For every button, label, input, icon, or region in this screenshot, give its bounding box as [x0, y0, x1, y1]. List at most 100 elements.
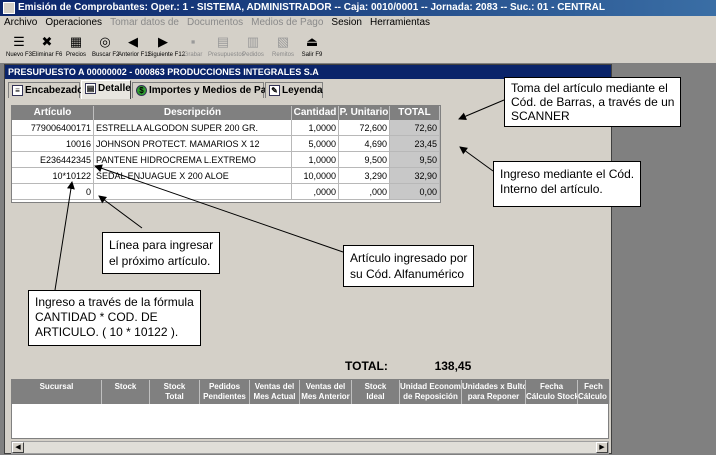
remitos-button[interactable]: ▧ Remitos [268, 32, 298, 62]
grid-cell[interactable]: ,000 [339, 184, 390, 200]
grid-cell[interactable]: 1,0000 [292, 120, 339, 136]
menu-item-sesion[interactable]: Sesion [327, 16, 366, 30]
grid-cell[interactable]: 779006400171 [12, 120, 94, 136]
tab-label: Importes y Medios de Pago [149, 85, 279, 96]
nuevo-f3-button[interactable]: ☰ Nuevo F3 [6, 32, 32, 62]
total-value: 138,45 [434, 359, 472, 373]
toolbar-button-label: Salir F9 [301, 52, 323, 58]
money-icon: $ [136, 85, 147, 96]
menu-item-herramientas[interactable]: Herramientas [366, 16, 434, 30]
tab-detalle[interactable]: ▤ Detalle [81, 80, 131, 99]
grid-cell[interactable]: 1,0000 [292, 152, 339, 168]
stock-column-header[interactable]: Ventas del Mes Actual [250, 380, 300, 404]
callout-proximo-articulo: Línea para ingresar el próximo artículo. [102, 232, 221, 274]
menu-item-tomar-datos-de[interactable]: Tomar datos de [106, 16, 183, 30]
toolbar-button-label: Buscar F2 [92, 52, 120, 58]
callout-line: su Cód. Alfanumérico [350, 267, 465, 281]
menu-item-operaciones[interactable]: Operaciones [41, 16, 106, 30]
grid-cell: 32,90 [390, 168, 440, 184]
stock-column-header[interactable]: FechCálculo V [578, 380, 610, 404]
grid-cell[interactable]: 10,0000 [292, 168, 339, 184]
window-title-bar[interactable]: Emisión de Comprobantes: Oper.: 1 - SIST… [0, 0, 716, 16]
save-disk-icon: ▪ [190, 34, 196, 49]
next-arrow-icon: ▶ [158, 34, 168, 49]
tab-importes-medios-pago[interactable]: $ Importes y Medios de Pago [132, 82, 278, 98]
grid-cell[interactable]: 5,0000 [292, 136, 339, 152]
stock-column-header[interactable]: Unidad Econom. de Reposición [400, 380, 462, 404]
scroll-left-icon[interactable]: ◀ [12, 442, 24, 453]
toolbar-button-label: Anterior F11 [118, 52, 151, 58]
prices-icon: ▦ [69, 34, 83, 49]
stock-column-header[interactable]: Stock Ideal [352, 380, 400, 404]
stock-column-header[interactable]: Pedidos Pendientes [200, 380, 250, 404]
grid-cell[interactable]: SEDAL ENJUAGUE X 200 ALOE [94, 168, 292, 184]
pedidos-button[interactable]: ▥ Pedidos [238, 32, 268, 62]
stock-column-header[interactable]: Fecha Cálculo Stock [526, 380, 578, 404]
menu-item-medios-de-pago[interactable]: Medios de Pago [247, 16, 327, 30]
header-line: Total [165, 392, 184, 401]
scroll-right-icon[interactable]: ▶ [596, 442, 608, 453]
anterior-f11-button[interactable]: ◀ Anterior F11 [118, 32, 151, 62]
callout-line: ARTICULO. ( 10 * 10122 ). [35, 325, 179, 339]
siguiente-f12-button[interactable]: ▶ Siguiente F12 [148, 32, 185, 62]
stock-column-header[interactable]: Stock [102, 380, 150, 404]
grid-cell[interactable]: ,0000 [292, 184, 339, 200]
grid-cell: 9,50 [390, 152, 440, 168]
tab-label: Leyenda [282, 85, 323, 96]
grid-cell[interactable]: 4,690 [339, 136, 390, 152]
grid-cell[interactable]: ESTRELLA ALGODON SUPER 200 GR. [94, 120, 292, 136]
presupuestos-button[interactable]: ▤ Presupuestos [208, 32, 245, 62]
header-line: Unidad Econom. [400, 382, 462, 391]
stock-column-header[interactable]: Stock Total [150, 380, 200, 404]
grid-cell[interactable]: 3,290 [339, 168, 390, 184]
grid-cell[interactable]: 10016 [12, 136, 94, 152]
salir-f9-button[interactable]: ⏏ Salir F9 [298, 32, 326, 62]
header-line: Ventas del [305, 382, 346, 391]
column-header[interactable]: TOTAL [390, 106, 440, 120]
new-doc-icon: ☰ [13, 34, 25, 49]
grid-cell[interactable]: 0 [12, 184, 94, 200]
menu-item-documentos[interactable]: Documentos [183, 16, 247, 30]
grid-cell[interactable]: 9,500 [339, 152, 390, 168]
orders-icon: ▥ [246, 34, 260, 49]
precios-button[interactable]: ▦ Precios [62, 32, 90, 62]
menu-item-archivo[interactable]: Archivo [0, 16, 41, 30]
header-line: Mes Actual [253, 392, 296, 401]
grid-cell[interactable]: JOHNSON PROTECT. MAMARIOS X 12 [94, 136, 292, 152]
header-line: Pedidos [208, 382, 241, 391]
grid-cell[interactable]: 10*10122 [12, 168, 94, 184]
header-line: Fech [584, 382, 603, 391]
callout-line: Línea para ingresar [109, 238, 214, 252]
tab-leyenda[interactable]: ✎ Leyenda [265, 82, 323, 98]
previous-arrow-icon: ◀ [128, 34, 138, 49]
column-header[interactable]: Cantidad [292, 106, 339, 120]
buscar-f2-button[interactable]: ◎ Buscar F2 [92, 32, 120, 62]
window-title: Emisión de Comprobantes: Oper.: 1 - SIST… [18, 2, 605, 13]
grabar-button[interactable]: ▪ Grabar [178, 32, 208, 62]
detail-icon: ▤ [85, 83, 96, 94]
header-line: Stock [163, 382, 186, 391]
menu-bar: Archivo Operaciones Tomar datos de Document… [0, 16, 716, 30]
column-header[interactable]: Descripción [94, 106, 292, 120]
grid-cell[interactable] [94, 184, 292, 200]
binoculars-icon: ◎ [99, 34, 111, 49]
grid-cell[interactable]: PANTENE HIDROCREMA L.EXTREMO [94, 152, 292, 168]
callout-line: Toma del artículo mediante el [511, 81, 668, 95]
callout-alfanumerico: Artículo ingresado por su Cód. Alfanumér… [343, 245, 475, 287]
toolbar-button-label: Grabar [183, 52, 203, 58]
column-header[interactable]: Artículo [12, 106, 94, 120]
header-line: de Reposición [403, 392, 458, 401]
tab-encabezado[interactable]: ≡ Encabezado [8, 82, 83, 98]
header-line: Pendientes [203, 392, 246, 401]
header-line: Stock [114, 382, 137, 391]
header-line: Ventas del [254, 382, 295, 391]
column-header[interactable]: P. Unitario [339, 106, 390, 120]
stock-column-header[interactable]: Ventas del Mes Anterior [300, 380, 352, 404]
stock-column-header[interactable]: Unidades x Bulto para Reponer [462, 380, 526, 404]
horizontal-scrollbar[interactable]: ◀ ▶ [11, 441, 609, 454]
eliminar-f6-button[interactable]: ✖ Eliminar F6 [32, 32, 62, 62]
stock-column-header[interactable]: Sucursal [12, 380, 102, 404]
grid-cell[interactable]: E236442345 [12, 152, 94, 168]
toolbar-button-label: Nuevo F3 [6, 52, 33, 58]
grid-cell[interactable]: 72,600 [339, 120, 390, 136]
